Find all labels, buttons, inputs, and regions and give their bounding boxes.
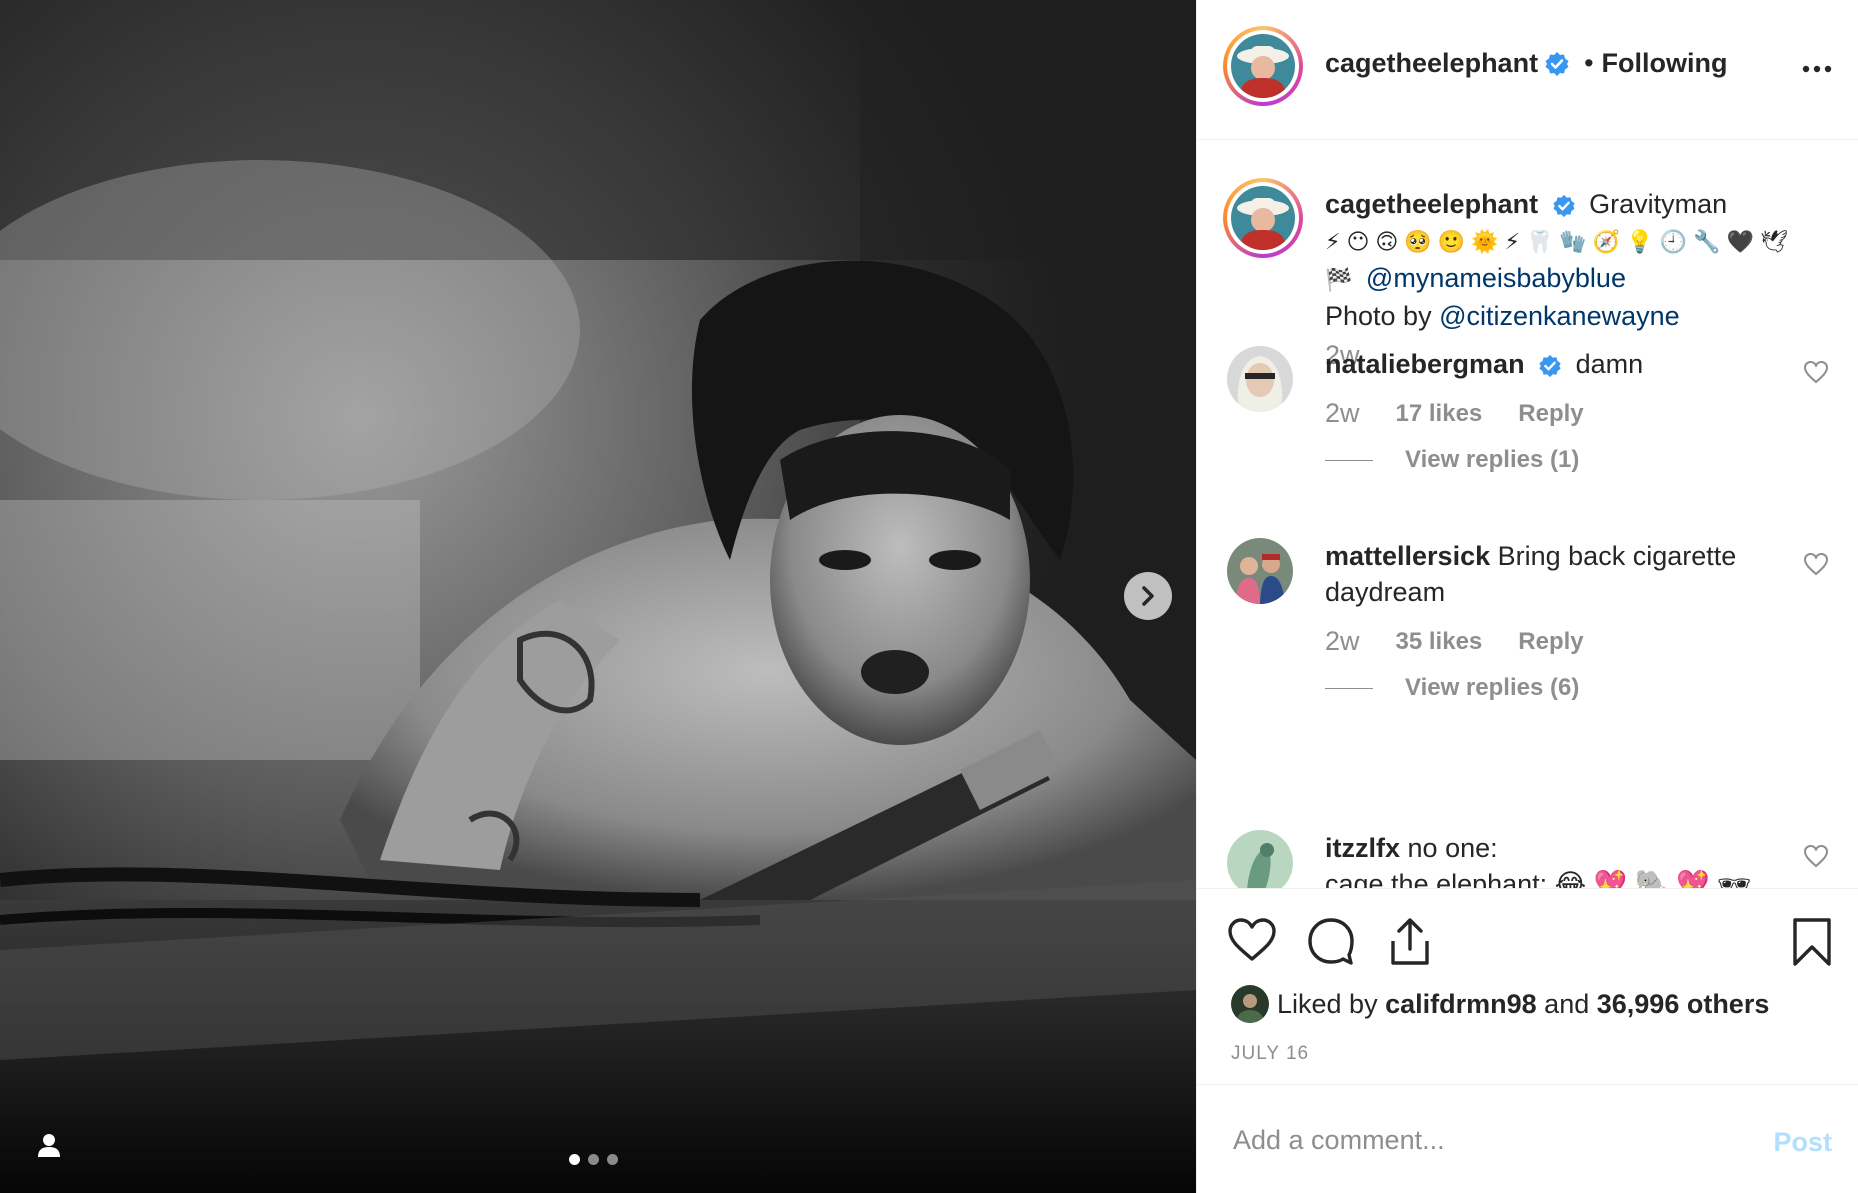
tagged-users-button[interactable] [34, 1130, 64, 1160]
add-comment-bar: Post [1197, 1084, 1858, 1193]
caption-body: Gravityman [1589, 189, 1728, 219]
commenter-username[interactable]: mattellersick [1325, 541, 1490, 571]
comment-meta: 2w 17 likes Reply [1325, 398, 1584, 429]
instagram-post-modal: cagetheelephant • Following cagetheeleph… [0, 0, 1858, 1193]
caption-emoji: 🙂 [1437, 229, 1466, 254]
carousel-dot [588, 1154, 599, 1165]
comment-body: damn [1575, 349, 1644, 379]
photo-by-label: Photo by [1325, 301, 1432, 331]
caption-emoji: 🧭 [1592, 229, 1621, 254]
replies-divider [1325, 687, 1373, 689]
checkered-flag-emoji: 🏁 [1325, 267, 1353, 292]
commenter-username[interactable]: nataliebergman [1325, 349, 1525, 379]
mention-link[interactable]: @mynameisbabyblue [1366, 263, 1626, 293]
verified-icon [1539, 354, 1561, 377]
caption-emoji: 🕘 [1659, 229, 1688, 254]
user-tag-icon [38, 1134, 60, 1157]
heart-icon[interactable] [1803, 360, 1829, 384]
comments-list[interactable]: cagetheelephant Gravityman ⚡ 😶 🙃 🥺 🙂 🌞 ⚡ 🦷 🧤 🧭 💡 🕘 🔧… [1197, 140, 1858, 888]
author-avatar-image [1231, 34, 1295, 98]
verified-icon [1545, 51, 1569, 76]
more-icon[interactable] [1802, 54, 1832, 84]
likes-count[interactable]: 36,996 others [1597, 989, 1770, 1020]
caption-emoji: 💡 [1626, 229, 1654, 254]
heart-icon[interactable] [1803, 844, 1829, 868]
caption-emoji: 🥺 [1404, 229, 1432, 254]
verified-icon [1552, 194, 1575, 217]
carousel-dot [607, 1154, 618, 1165]
caption-emoji: 🦷 [1526, 229, 1554, 254]
commenter-avatar[interactable] [1227, 830, 1293, 888]
comment-body-line2: cage the elephant: 😂 💖 🐘 💖 🕶 [1325, 869, 1752, 888]
comment-icon[interactable] [1307, 917, 1355, 965]
post-comment-button[interactable]: Post [1773, 1127, 1832, 1158]
comment-text: mattellersick Bring back cigarette daydr… [1325, 538, 1755, 610]
header-separator: • [1584, 48, 1594, 78]
view-replies-label: View replies (1) [1405, 446, 1580, 473]
comment-text: itzzlfx no one: cage the elephant: 😂 💖 🐘… [1325, 830, 1755, 888]
view-replies-button[interactable]: View replies (1) [1325, 446, 1579, 474]
comment-input[interactable] [1231, 1117, 1735, 1163]
comment-meta: 2w 35 likes Reply [1325, 626, 1584, 657]
carousel-indicator [569, 1154, 618, 1165]
post-date[interactable]: JULY 16 [1231, 1043, 1309, 1065]
comment-time[interactable]: 2w [1325, 626, 1360, 657]
caption-emoji: 🌞 [1471, 229, 1499, 254]
view-replies-button[interactable]: View replies (6) [1325, 674, 1579, 702]
post-details-panel: cagetheelephant • Following cagetheeleph… [1196, 0, 1858, 1193]
concert-photo-image [0, 0, 1196, 1193]
replies-divider [1325, 459, 1373, 461]
carousel-dot-active [569, 1154, 580, 1165]
comment-body: no one: [1407, 833, 1498, 863]
view-replies-label: View replies (6) [1405, 674, 1580, 701]
photo-credit-link[interactable]: @citizenkanewayne [1439, 301, 1680, 331]
caption-avatar-image [1231, 186, 1295, 250]
liked-by-and: and [1544, 988, 1590, 1019]
caption-text: cagetheelephant Gravityman ⚡ 😶 🙃 🥺 🙂 🌞 ⚡ 🦷 🧤 🧭 💡 🕘 🔧… [1325, 186, 1825, 334]
caption-emoji: 🖤 [1726, 229, 1754, 254]
caption-emoji: 😶 [1346, 229, 1370, 254]
comment-likes[interactable]: 17 likes [1396, 400, 1483, 428]
caption-emoji: ⚡ [1325, 229, 1341, 254]
liker-avatar[interactable] [1231, 985, 1269, 1023]
heart-icon[interactable] [1227, 917, 1277, 963]
caption-emoji: 🔧 [1693, 229, 1721, 254]
caption-username[interactable]: cagetheelephant [1325, 189, 1538, 219]
reply-button[interactable]: Reply [1518, 628, 1583, 656]
caption-avatar[interactable] [1223, 178, 1303, 258]
commenter-username[interactable]: itzzlfx [1325, 833, 1400, 863]
liked-by: Liked by califdrmn98 and 36,996 others [1231, 985, 1769, 1023]
commenter-avatar[interactable] [1227, 538, 1293, 604]
following-button[interactable]: Following [1602, 48, 1728, 79]
caption-emoji-line: ⚡ 😶 🙃 🥺 🙂 🌞 ⚡ 🦷 🧤 🧭 💡 🕘 🔧 🖤 🕊 [1325, 222, 1825, 260]
chevron-right-icon [1142, 586, 1154, 606]
caption-emoji: ⚡ [1504, 229, 1520, 254]
comment-likes[interactable]: 35 likes [1396, 628, 1483, 656]
share-icon[interactable] [1387, 917, 1433, 967]
reply-button[interactable]: Reply [1518, 400, 1583, 428]
bookmark-icon[interactable] [1792, 917, 1832, 967]
author-username[interactable]: cagetheelephant [1325, 48, 1538, 79]
post-photo[interactable] [0, 0, 1196, 1193]
heart-icon[interactable] [1803, 552, 1829, 576]
post-header: cagetheelephant • Following [1197, 0, 1858, 140]
liked-by-user[interactable]: califdrmn98 [1385, 989, 1537, 1020]
caption-emoji: 🧤 [1559, 229, 1587, 254]
header-user-info: cagetheelephant • Following [1325, 48, 1728, 79]
comment-text: nataliebergman damn [1325, 346, 1755, 382]
commenter-avatar[interactable] [1227, 346, 1293, 412]
caption-emoji: 🙃 [1375, 229, 1399, 254]
caption-emoji: 🕊 [1759, 229, 1788, 254]
liked-by-prefix: Liked by [1277, 988, 1378, 1019]
next-image-button[interactable] [1124, 572, 1172, 620]
comment-time[interactable]: 2w [1325, 398, 1360, 429]
author-avatar[interactable] [1223, 26, 1303, 106]
post-actions: Liked by califdrmn98 and 36,996 others J… [1197, 888, 1858, 1084]
